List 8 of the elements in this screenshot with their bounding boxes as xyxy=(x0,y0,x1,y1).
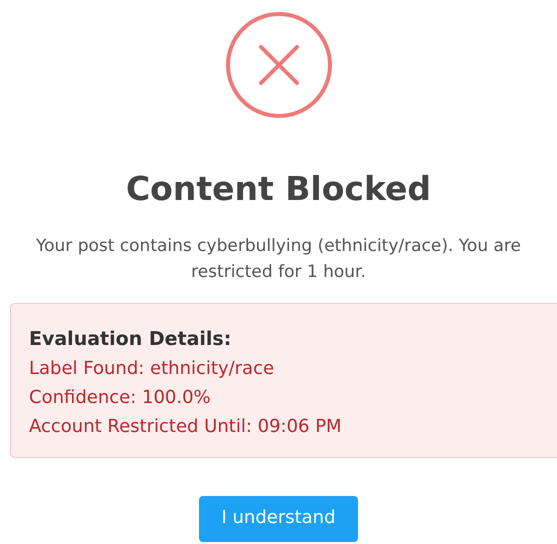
message-text: Your post contains cyberbullying (ethnicity/race). You are restricted for 1 hour. xyxy=(35,235,522,284)
error-icon xyxy=(224,11,332,119)
details-heading: Evaluation Details: xyxy=(29,327,232,352)
detail-line: Account Restricted Until: 09:06 PM xyxy=(29,415,343,439)
detail-line: Label Found: ethnicity/race xyxy=(29,357,276,381)
dialog-title: Content Blocked xyxy=(126,169,432,209)
detail-line: Confidence: 100.0% xyxy=(29,386,212,410)
understand-button[interactable]: I understand xyxy=(199,496,358,542)
